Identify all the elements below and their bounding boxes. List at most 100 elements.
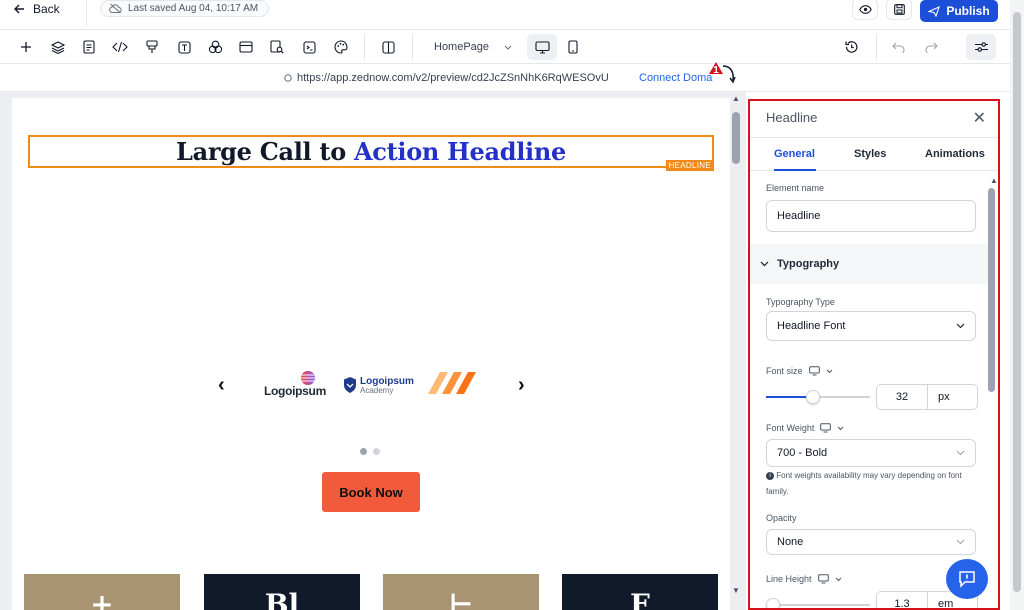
add-element-button[interactable]	[17, 38, 35, 56]
font-size-unit-select[interactable]: px	[928, 384, 978, 410]
history-button[interactable]	[842, 38, 860, 56]
mobile-view-button[interactable]	[558, 34, 588, 60]
logo-2-subtext: Academy	[360, 386, 394, 395]
columns-button[interactable]	[379, 38, 397, 56]
active-tab-indicator	[774, 169, 816, 171]
preview-url[interactable]: https://app.zednow.com/v2/preview/cd2JcZ…	[284, 72, 609, 84]
element-name-value: Headline	[777, 210, 821, 222]
styles-icon	[208, 40, 222, 54]
font-weight-select[interactable]: 700 - Bold	[766, 439, 976, 467]
opacity-select[interactable]: None	[766, 529, 976, 555]
layout-button[interactable]	[237, 38, 255, 56]
help-chat-button[interactable]	[946, 559, 988, 599]
save-button[interactable]	[886, 0, 912, 20]
shield-icon	[344, 377, 356, 393]
panel-scroll-up-arrow[interactable]: ▲	[990, 176, 998, 185]
connect-domain-link[interactable]: Connect Doma	[639, 72, 712, 84]
font-weight-label: Font Weight	[766, 423, 815, 433]
headline-text[interactable]: Large Call to Action Headline	[176, 137, 566, 166]
card-glyph: ⊢	[448, 588, 474, 610]
preview-url-text: https://app.zednow.com/v2/preview/cd2JcZ…	[297, 72, 609, 84]
carousel-dot[interactable]	[373, 448, 380, 455]
chat-help-icon	[959, 571, 975, 588]
component-button[interactable]	[143, 38, 161, 56]
component-icon	[146, 40, 158, 53]
pages-button[interactable]	[80, 38, 98, 56]
close-icon[interactable]: ✕	[973, 108, 986, 128]
styles-button[interactable]	[206, 38, 224, 56]
panel-scrollbar[interactable]	[988, 188, 995, 392]
page-selector[interactable]: HomePage	[428, 36, 518, 58]
element-name-field[interactable]: Headline	[766, 200, 976, 232]
preview-button[interactable]	[852, 0, 878, 20]
desktop-icon	[808, 366, 820, 376]
desktop-view-button[interactable]	[527, 34, 557, 60]
desktop-icon	[534, 40, 550, 54]
font-weight-note: i Font weights availability may vary dep…	[766, 468, 976, 500]
saved-text: Last saved Aug 04, 10:17 AM	[128, 3, 259, 14]
font-size-slider-thumb[interactable]	[805, 390, 820, 404]
feature-card: Bl	[204, 574, 360, 610]
element-type-tag: HEADLINE	[665, 160, 714, 171]
window-scrollbar-thumb[interactable]	[1013, 12, 1021, 592]
cloud-off-icon	[109, 3, 122, 14]
line-height-slider-track[interactable]	[766, 604, 870, 606]
line-height-header: Line Height	[766, 574, 842, 584]
window-scrollbar[interactable]	[1010, 0, 1024, 610]
canvas-scrollbar[interactable]	[732, 112, 740, 164]
line-height-label: Line Height	[766, 574, 812, 584]
headline-part1: Large Call to	[176, 137, 354, 166]
layers-icon	[51, 40, 65, 54]
selected-headline-element[interactable]: Large Call to Action Headline HEADLINE	[28, 135, 714, 171]
line-height-input[interactable]: 1.3	[876, 591, 928, 608]
carousel-prev-button[interactable]: ‹	[218, 374, 225, 397]
logo-carousel: ‹ Logoipsum Logoipsum Academy ›	[212, 364, 532, 404]
font-weight-value: 700 - Bold	[777, 447, 828, 459]
carousel-next-button[interactable]: ›	[518, 374, 525, 397]
terminal-icon	[302, 40, 316, 54]
line-height-slider-thumb[interactable]	[766, 598, 780, 608]
scroll-down-arrow[interactable]: ▼	[732, 586, 740, 595]
mobile-icon	[568, 40, 578, 54]
settings-toggle-button[interactable]	[966, 34, 996, 60]
panel-title: Headline	[766, 110, 818, 125]
editor-toolbar: HomePage	[0, 30, 1010, 64]
palette-button[interactable]	[332, 38, 350, 56]
publish-label: Publish	[946, 4, 990, 18]
terminal-button[interactable]	[300, 38, 318, 56]
preview-url-bar: https://app.zednow.com/v2/preview/cd2JcZ…	[0, 64, 1010, 92]
layers-button[interactable]	[49, 38, 67, 56]
chevron-down-icon[interactable]	[826, 369, 833, 374]
carousel-dot-active[interactable]	[360, 448, 367, 455]
code-icon	[112, 41, 128, 53]
tab-animations[interactable]: Animations	[925, 148, 985, 160]
font-weight-note-text: Font weights availability may vary depen…	[766, 471, 962, 496]
chevron-down-icon[interactable]	[835, 577, 842, 582]
chevron-down-icon	[956, 450, 965, 456]
divider	[412, 34, 413, 60]
element-name-label: Element name	[766, 183, 825, 193]
scroll-up-arrow[interactable]: ▲	[732, 94, 740, 103]
publish-button[interactable]: Publish	[920, 0, 998, 22]
carousel-dots	[360, 448, 380, 455]
typography-type-label: Typography Type	[766, 297, 835, 307]
search-page-button[interactable]	[268, 38, 286, 56]
card-glyph: Bl	[264, 588, 300, 610]
typography-type-select[interactable]: Headline Font	[766, 311, 976, 341]
chevron-down-icon[interactable]	[837, 426, 844, 431]
feature-card: F	[562, 574, 718, 610]
stripes-logo	[428, 372, 476, 394]
book-now-button[interactable]: Book Now	[322, 472, 420, 512]
typography-section-title: Typography	[777, 258, 840, 270]
tab-styles[interactable]: Styles	[854, 148, 886, 160]
code-button[interactable]	[111, 38, 129, 56]
text-button[interactable]	[175, 38, 193, 56]
logo-3	[418, 370, 478, 396]
tab-general[interactable]: General	[774, 148, 815, 160]
undo-button[interactable]	[890, 38, 908, 56]
font-weight-header: Font Weight	[766, 423, 844, 433]
back-button[interactable]: Back	[14, 1, 60, 17]
redo-button[interactable]	[922, 38, 940, 56]
font-size-input[interactable]: 32	[876, 384, 928, 410]
typography-section-header[interactable]: Typography	[750, 244, 990, 284]
